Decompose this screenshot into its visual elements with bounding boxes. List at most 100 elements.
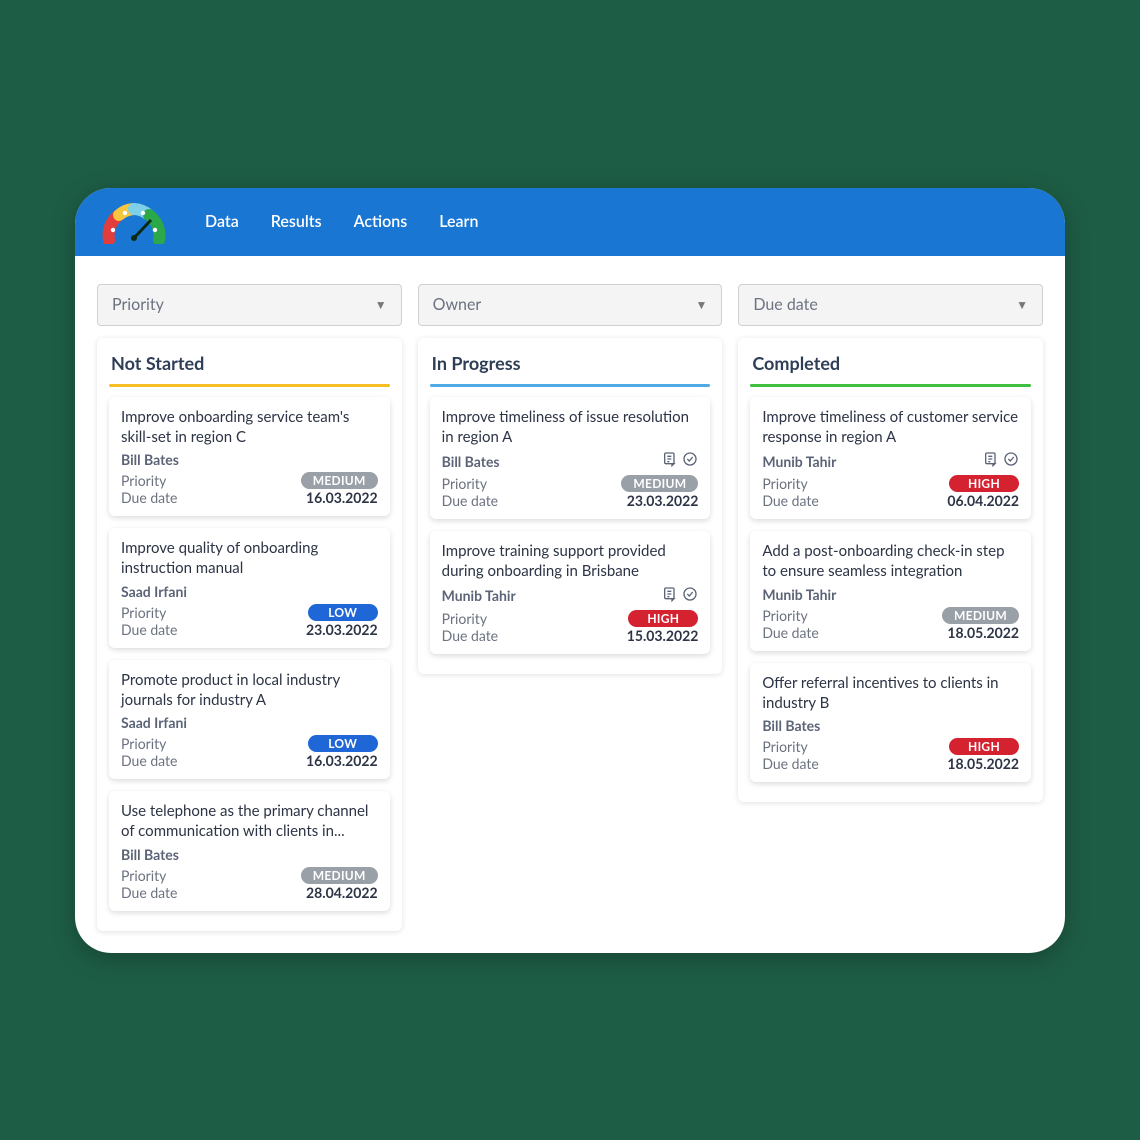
task-status-icons	[662, 586, 698, 606]
check-circle-icon	[1003, 451, 1019, 471]
priority-label: Priority	[762, 475, 807, 492]
task-title: Use telephone as the primary channel of …	[121, 801, 378, 842]
priority-label: Priority	[121, 604, 166, 621]
nav-items: Data Results Actions Learn	[205, 212, 478, 231]
task-title: Offer referral incentives to clients in …	[762, 673, 1019, 714]
task-card[interactable]: Promote product in local industry journa…	[109, 660, 390, 780]
task-owner: Munib Tahir	[762, 586, 836, 603]
due-date-label: Due date	[442, 492, 498, 509]
task-owner: Bill Bates	[762, 717, 820, 734]
column-title: Completed	[750, 350, 1031, 384]
task-card[interactable]: Add a post-onboarding check-in step to e…	[750, 531, 1031, 651]
task-card[interactable]: Use telephone as the primary channel of …	[109, 791, 390, 911]
task-card[interactable]: Improve quality of onboarding instructio…	[109, 528, 390, 648]
kanban-column: Not Started Improve onboarding service t…	[97, 338, 402, 931]
task-owner: Saad Irfani	[121, 714, 187, 731]
due-date-label: Due date	[121, 489, 177, 506]
task-owner: Munib Tahir	[442, 587, 516, 604]
filter-priority[interactable]: Priority ▼	[97, 284, 402, 326]
due-date-label: Due date	[762, 624, 818, 641]
priority-label: Priority	[762, 738, 807, 755]
chevron-down-icon: ▼	[695, 297, 707, 312]
due-date-label: Due date	[121, 884, 177, 901]
kanban-board: Not Started Improve onboarding service t…	[75, 338, 1065, 941]
column-rule	[109, 384, 390, 387]
task-owner: Bill Bates	[121, 451, 179, 468]
due-date-label: Due date	[121, 621, 177, 638]
task-owner: Saad Irfani	[121, 583, 187, 600]
priority-badge: MEDIUM	[301, 867, 378, 884]
task-title: Add a post-onboarding check-in step to e…	[762, 541, 1019, 582]
note-icon	[662, 451, 678, 471]
task-card[interactable]: Improve timeliness of issue resolution i…	[430, 397, 711, 520]
task-title: Improve quality of onboarding instructio…	[121, 538, 378, 579]
priority-badge: HIGH	[628, 610, 698, 627]
priority-badge: HIGH	[949, 738, 1019, 755]
task-owner: Bill Bates	[442, 453, 500, 470]
column-title: In Progress	[430, 350, 711, 384]
due-date-value: 28.04.2022	[306, 884, 378, 901]
navbar: Data Results Actions Learn	[75, 188, 1065, 256]
priority-badge: LOW	[308, 604, 378, 621]
task-title: Improve timeliness of customer service r…	[762, 407, 1019, 448]
due-date-value: 23.03.2022	[306, 621, 378, 638]
note-icon	[662, 586, 678, 606]
priority-badge: LOW	[308, 735, 378, 752]
task-owner: Bill Bates	[121, 846, 179, 863]
due-date-label: Due date	[442, 627, 498, 644]
priority-badge: MEDIUM	[621, 475, 698, 492]
filter-label: Priority	[112, 295, 164, 314]
due-date-value: 23.03.2022	[627, 492, 699, 509]
app-frame: Data Results Actions Learn Priority ▼ Ow…	[75, 188, 1065, 953]
priority-label: Priority	[762, 607, 807, 624]
check-circle-icon	[682, 586, 698, 606]
task-status-icons	[662, 451, 698, 471]
due-date-value: 18.05.2022	[947, 624, 1019, 641]
filter-due-date[interactable]: Due date ▼	[738, 284, 1043, 326]
logo-gauge-icon	[99, 200, 169, 244]
kanban-column: In Progress Improve timeliness of issue …	[418, 338, 723, 674]
nav-item-learn[interactable]: Learn	[439, 212, 478, 231]
priority-badge: MEDIUM	[301, 472, 378, 489]
task-title: Improve timeliness of issue resolution i…	[442, 407, 699, 448]
due-date-value: 15.03.2022	[627, 627, 699, 644]
filter-bar: Priority ▼ Owner ▼ Due date ▼	[75, 256, 1065, 338]
task-title: Promote product in local industry journa…	[121, 670, 378, 711]
task-card[interactable]: Offer referral incentives to clients in …	[750, 663, 1031, 783]
due-date-label: Due date	[121, 752, 177, 769]
note-icon	[983, 451, 999, 471]
task-card[interactable]: Improve training support provided during…	[430, 531, 711, 654]
nav-item-data[interactable]: Data	[205, 212, 239, 231]
due-date-label: Due date	[762, 492, 818, 509]
filter-label: Owner	[433, 295, 482, 314]
due-date-label: Due date	[762, 755, 818, 772]
due-date-value: 16.03.2022	[306, 489, 378, 506]
column-title: Not Started	[109, 350, 390, 384]
filter-owner[interactable]: Owner ▼	[418, 284, 723, 326]
priority-label: Priority	[442, 610, 487, 627]
column-rule	[430, 384, 711, 387]
task-card[interactable]: Improve timeliness of customer service r…	[750, 397, 1031, 520]
priority-label: Priority	[121, 472, 166, 489]
priority-badge: MEDIUM	[942, 607, 1019, 624]
task-title: Improve training support provided during…	[442, 541, 699, 582]
priority-label: Priority	[121, 867, 166, 884]
task-status-icons	[983, 451, 1019, 471]
check-circle-icon	[682, 451, 698, 471]
priority-label: Priority	[442, 475, 487, 492]
task-card[interactable]: Improve onboarding service team's skill-…	[109, 397, 390, 517]
chevron-down-icon: ▼	[1016, 297, 1028, 312]
task-title: Improve onboarding service team's skill-…	[121, 407, 378, 448]
chevron-down-icon: ▼	[375, 297, 387, 312]
nav-item-actions[interactable]: Actions	[354, 212, 408, 231]
due-date-value: 06.04.2022	[947, 492, 1019, 509]
kanban-column: Completed Improve timeliness of customer…	[738, 338, 1043, 803]
due-date-value: 18.05.2022	[947, 755, 1019, 772]
due-date-value: 16.03.2022	[306, 752, 378, 769]
filter-label: Due date	[753, 295, 817, 314]
nav-item-results[interactable]: Results	[271, 212, 322, 231]
priority-badge: HIGH	[949, 475, 1019, 492]
task-owner: Munib Tahir	[762, 453, 836, 470]
column-rule	[750, 384, 1031, 387]
priority-label: Priority	[121, 735, 166, 752]
